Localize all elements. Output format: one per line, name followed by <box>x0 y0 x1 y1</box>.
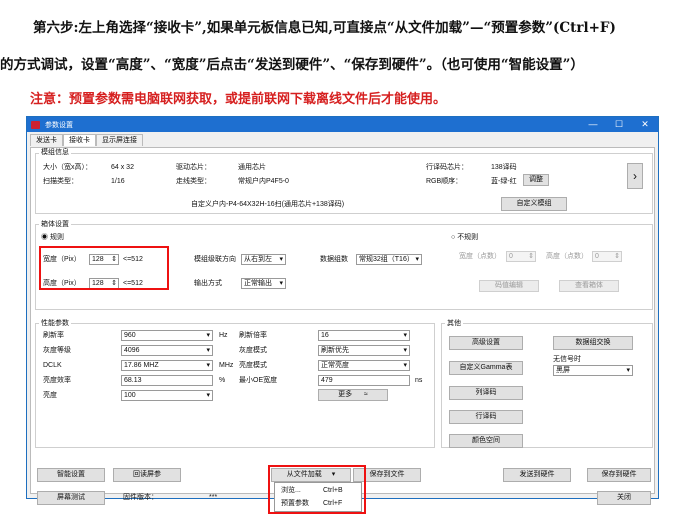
output-select[interactable]: 正常输出 <box>241 278 286 289</box>
row-chip-value: 138译码 <box>491 164 517 171</box>
smart-settings-button[interactable]: 智能设置 <box>37 468 105 482</box>
min-oe-unit: ns <box>415 377 423 384</box>
instruction-line-1: 第六步:左上角选择“接收卡”,如果单元板信息已知,可直接点“从文件加载”—“预置… <box>33 20 616 36</box>
brightness-efficiency-unit: % <box>219 377 226 384</box>
dclk-select[interactable]: 17.86 MHZ <box>121 360 213 371</box>
close-button[interactable]: 关闭 <box>597 491 651 505</box>
irregular-height-label: 高度（点数） <box>546 253 588 260</box>
min-oe-label: 最小OE宽度 <box>239 377 278 384</box>
close-icon[interactable]: ✕ <box>632 119 658 130</box>
rgb-label: RGB顺序： <box>426 178 463 185</box>
column-decode-button[interactable]: 列译码 <box>449 386 523 400</box>
driver-chip-label: 驱动芯片： <box>176 164 211 171</box>
gray-level-select[interactable]: 4096 <box>121 345 213 356</box>
refresh-rate-select[interactable]: 960 <box>121 330 213 341</box>
more-button[interactable]: 更多 ≈ <box>318 389 388 401</box>
refresh-rate-unit: Hz <box>219 332 228 339</box>
no-signal-select[interactable]: 黑屏 <box>553 365 633 376</box>
window-titlebar: 参数设置 — ☐ ✕ <box>27 117 658 132</box>
save-to-hardware-button[interactable]: 保存到硬件 <box>587 468 651 482</box>
row-decode-button[interactable]: 行译码 <box>449 410 523 424</box>
no-signal-label: 无信号时 <box>553 356 581 363</box>
firmware-label: 固件版本： <box>123 494 158 501</box>
window-title: 参数设置 <box>45 121 73 129</box>
scan-label: 扫描类型： <box>43 178 78 185</box>
cascade-select[interactable]: 从右到左 <box>241 254 286 265</box>
scan-value: 1/16 <box>111 178 125 185</box>
module-summary: 自定义户内-P4-64X32H-16扫(通用芯片+138译码) <box>191 201 345 208</box>
min-oe-field[interactable]: 479 <box>318 375 410 386</box>
dclk-unit: MHz <box>219 362 234 369</box>
other-title: 其他 <box>445 320 463 328</box>
size-label: 大小（宽x高）： <box>43 164 92 171</box>
more-label: 更多 <box>338 391 353 398</box>
group-label: 数据组数 <box>320 256 348 263</box>
dclk-label: DCLK <box>43 362 62 369</box>
output-label: 输出方式 <box>194 280 222 287</box>
tab-screen-connection[interactable]: 显示屏连接 <box>96 134 143 146</box>
brightness-mode-select[interactable]: 正常亮度 <box>318 360 410 371</box>
firmware-value: *** <box>209 494 218 501</box>
custom-module-button[interactable]: 自定义模组 <box>501 197 567 211</box>
instruction-note: 注意：预置参数需电脑联网获取，或提前联网下载离线文件后才能使用。 <box>30 92 447 107</box>
instruction-line-2: 的方式调试，设置“高度”、“宽度”后点击“发送到硬件”、“保存到硬件”。（也可使… <box>0 57 584 73</box>
code-edit-button: 码值编辑 <box>479 280 539 292</box>
maximize-icon[interactable]: ☐ <box>606 119 632 130</box>
brightness-mode-label: 亮度模式 <box>239 362 267 369</box>
driver-chip-value: 通用芯片 <box>238 164 266 171</box>
data-group-swap-button[interactable]: 数据组交换 <box>553 336 633 350</box>
gray-mode-label: 灰度模式 <box>239 347 267 354</box>
brightness-select[interactable]: 100 <box>121 390 213 401</box>
tab-sender-card[interactable]: 发送卡 <box>30 134 63 146</box>
irregular-width-label: 宽度（点数） <box>459 253 501 260</box>
refresh-multiplier-select[interactable]: 16 <box>318 330 410 341</box>
gray-level-label: 灰度等级 <box>43 347 71 354</box>
brightness-label: 亮度 <box>43 392 57 399</box>
brightness-efficiency-label: 亮度效率 <box>43 377 71 384</box>
rgb-value: 蓝-绿-红 <box>491 178 517 185</box>
load-file-highlight <box>268 465 366 514</box>
send-to-hardware-button[interactable]: 发送到硬件 <box>503 468 571 482</box>
group-select[interactable]: 常规32组（T16） <box>356 254 422 265</box>
decode-label: 走线类型： <box>176 178 211 185</box>
refresh-rate-label: 刷新率 <box>43 332 64 339</box>
performance-title: 性能参数 <box>39 320 71 328</box>
module-info-title: 模组信息 <box>39 149 71 157</box>
cabinet-title: 箱体设置 <box>39 221 71 229</box>
next-arrow-icon[interactable]: › <box>627 163 643 189</box>
cascade-label: 模组级联方向 <box>194 256 236 263</box>
custom-gamma-button[interactable]: 自定义Gamma表 <box>449 361 523 375</box>
color-space-button[interactable]: 颜色空间 <box>449 434 523 448</box>
size-value: 64 x 32 <box>111 164 134 171</box>
brightness-efficiency-field[interactable]: 68.13 <box>121 375 213 386</box>
advanced-settings-button[interactable]: 高级设置 <box>449 336 523 350</box>
decode-value: 常规户内P4F5-0 <box>238 178 289 185</box>
radio-irregular[interactable]: ○ 不规则 <box>451 234 478 242</box>
double-chevron-down-icon: ≈ <box>364 391 368 398</box>
gray-mode-select[interactable]: 刷新优先 <box>318 345 410 356</box>
receiver-card-pane: 模组信息 大小（宽x高）： 64 x 32 扫描类型： 1/16 驱动芯片： 通… <box>30 147 655 514</box>
row-chip-label: 行译码芯片： <box>426 164 468 171</box>
refresh-multiplier-label: 刷新倍率 <box>239 332 267 339</box>
adjust-button[interactable]: 调整 <box>523 174 549 186</box>
minimize-icon[interactable]: — <box>580 119 606 130</box>
screen-test-button[interactable]: 屏幕测试 <box>37 491 105 505</box>
irregular-width-input: 0 <box>506 251 536 262</box>
radio-regular-label: 规则 <box>49 234 64 241</box>
tab-receiver-card[interactable]: 接收卡 <box>63 134 96 146</box>
view-cabinet-button: 查看箱体 <box>559 280 619 292</box>
tab-bar: 发送卡 接收卡 显示屏连接 <box>27 134 658 146</box>
irregular-height-input: 0 <box>592 251 622 262</box>
app-icon <box>31 120 40 129</box>
param-settings-window: 参数设置 — ☐ ✕ 发送卡 接收卡 显示屏连接 模组信息 大小（宽x高）： 6… <box>26 116 659 514</box>
radio-irregular-label: 不规则 <box>457 234 479 241</box>
read-back-button[interactable]: 回读屏参 <box>113 468 181 482</box>
radio-regular[interactable]: ◉ 规则 <box>41 234 64 242</box>
width-height-highlight <box>39 246 169 290</box>
